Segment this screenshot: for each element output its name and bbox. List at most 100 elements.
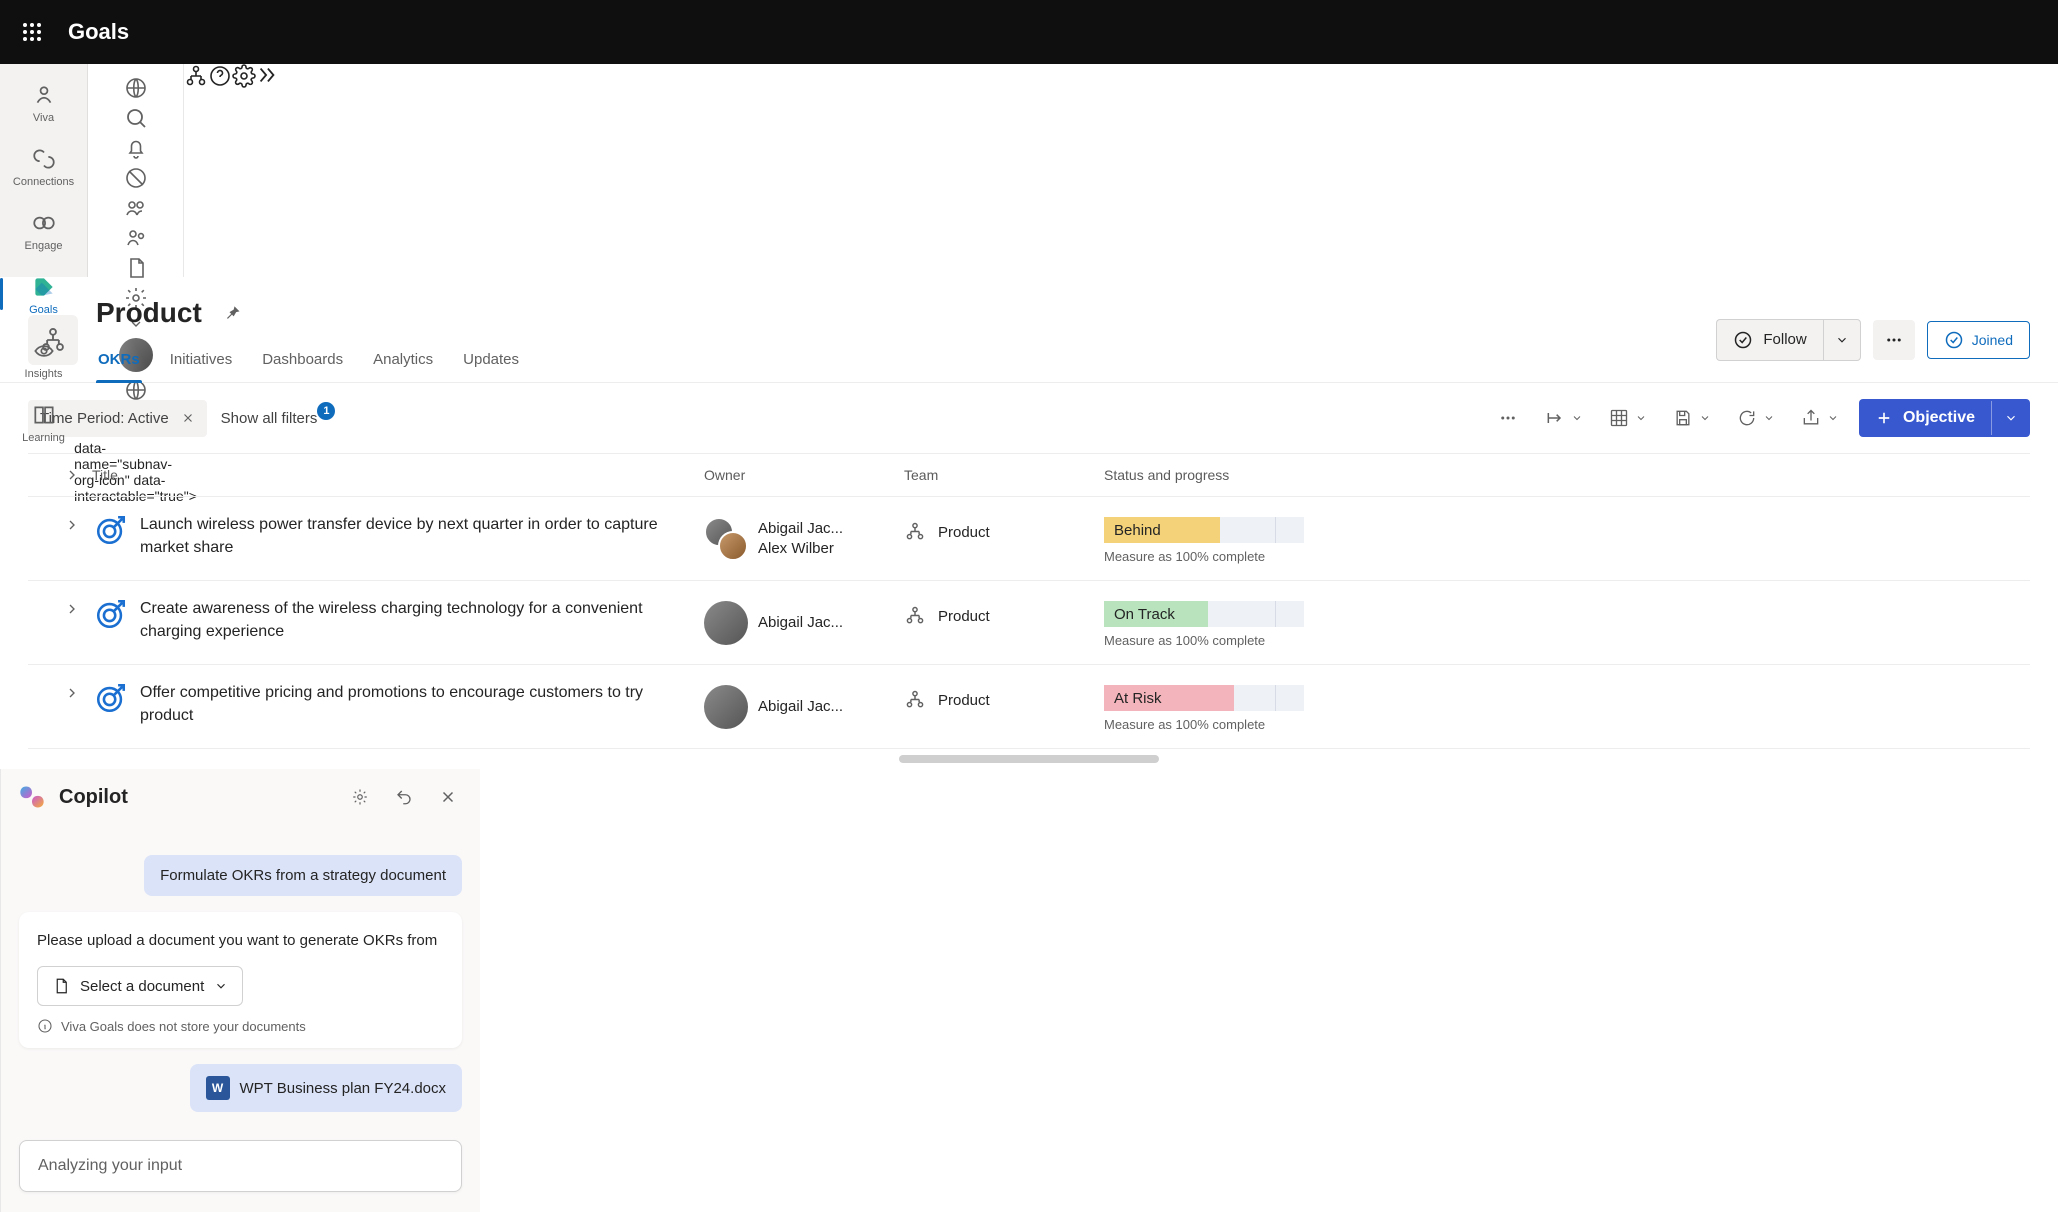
tab-updates[interactable]: Updates	[461, 341, 521, 382]
expand-row-icon[interactable]	[64, 601, 82, 617]
rail-label: Viva	[33, 112, 54, 124]
subnav-bell-icon[interactable]	[112, 136, 160, 160]
subnav-search-icon[interactable]	[112, 106, 160, 130]
copilot-settings-icon[interactable]	[344, 781, 376, 813]
subnav-help-icon[interactable]	[208, 64, 232, 277]
select-document-button[interactable]: Select a document	[37, 966, 243, 1006]
objective-title[interactable]: Launch wireless power transfer device by…	[140, 513, 660, 559]
chevron-down-icon	[2004, 411, 2018, 425]
team-small-icon	[904, 605, 926, 627]
owner-avatar[interactable]	[704, 601, 748, 645]
subnav-block-icon[interactable]	[112, 166, 160, 190]
subnav-team-icon[interactable]	[112, 226, 160, 250]
rail-goals[interactable]: Goals	[8, 266, 80, 322]
document-icon	[52, 977, 70, 995]
toolbar-share-icon[interactable]	[1795, 404, 1845, 432]
table-row: Create awareness of the wireless chargin…	[28, 581, 2030, 665]
toolbar-refresh-icon[interactable]	[1731, 404, 1781, 432]
tab-analytics[interactable]: Analytics	[371, 341, 435, 382]
tab-dashboards[interactable]: Dashboards	[260, 341, 345, 382]
tab-okrs[interactable]: OKRs	[96, 341, 142, 382]
expand-row-icon[interactable]	[64, 517, 82, 533]
add-objective-button[interactable]: Objective	[1859, 399, 2030, 437]
add-objective-label: Objective	[1903, 409, 1975, 427]
progress-bar[interactable]: On Track	[1104, 601, 1304, 627]
subnav-org2-icon[interactable]	[184, 64, 208, 277]
toolbar-more-icon[interactable]	[1491, 401, 1525, 435]
copilot-undo-icon[interactable]	[388, 781, 420, 813]
progress-bar[interactable]: At Risk	[1104, 685, 1304, 711]
viva-rail: Viva Connections Engage Goals Insights L…	[0, 64, 88, 277]
progress-bar[interactable]: Behind	[1104, 517, 1304, 543]
rail-label: Learning	[22, 432, 65, 444]
objective-icon	[94, 513, 128, 547]
add-objective-dropdown[interactable]	[1991, 401, 2030, 435]
copilot-title: Copilot	[59, 786, 128, 809]
pin-icon[interactable]	[222, 303, 242, 323]
rail-label: Goals	[29, 304, 58, 316]
joined-button[interactable]: Joined	[1927, 321, 2030, 359]
horizontal-scrollbar[interactable]	[899, 755, 1159, 763]
rail-connections[interactable]: Connections	[8, 138, 80, 194]
rail-engage[interactable]: Engage	[8, 202, 80, 258]
chevron-down-icon	[1571, 412, 1583, 424]
viva-icon	[31, 82, 57, 108]
rail-insights[interactable]: Insights	[8, 330, 80, 386]
expand-row-icon[interactable]	[64, 685, 82, 701]
owner-avatar[interactable]	[704, 685, 748, 729]
copilot-header: Copilot	[1, 769, 480, 825]
subnav-expand-icon[interactable]	[256, 64, 278, 277]
copilot-input-area: Analyzing your input	[1, 1126, 480, 1212]
select-document-label: Select a document	[80, 978, 204, 995]
team-name[interactable]: Product	[938, 692, 990, 709]
follow-split-button: Follow	[1716, 319, 1860, 361]
objective-title[interactable]: Create awareness of the wireless chargin…	[140, 597, 660, 643]
chevron-down-icon	[214, 979, 228, 993]
more-button[interactable]	[1873, 320, 1915, 360]
rail-learning[interactable]: Learning	[8, 394, 80, 450]
team-name[interactable]: Product	[938, 608, 990, 625]
app-launcher-icon[interactable]	[12, 12, 52, 52]
engage-icon	[31, 210, 57, 236]
rail-label: Engage	[25, 240, 63, 252]
follow-dropdown[interactable]	[1823, 319, 1861, 361]
app-topbar: Goals	[0, 0, 2058, 64]
tab-initiatives[interactable]: Initiatives	[168, 341, 235, 382]
toolbar-expand-icon[interactable]	[1539, 404, 1589, 432]
status-label: At Risk	[1114, 690, 1162, 707]
check-circle-icon	[1944, 330, 1964, 350]
page-title: Product	[96, 297, 202, 329]
chevron-down-icon	[1699, 412, 1711, 424]
copilot-close-icon[interactable]	[432, 781, 464, 813]
subnav-gear-icon[interactable]	[232, 64, 256, 277]
show-all-filters[interactable]: Show all filters 1	[221, 410, 336, 427]
copilot-input[interactable]: Analyzing your input	[19, 1140, 462, 1192]
follow-button[interactable]: Follow	[1716, 319, 1822, 361]
rail-viva[interactable]: Viva	[8, 74, 80, 130]
table-row: Launch wireless power transfer device by…	[28, 497, 2030, 581]
team-small-icon	[904, 521, 926, 543]
status-label: Behind	[1114, 522, 1161, 539]
copilot-body: Formulate OKRs from a strategy document …	[1, 825, 480, 1126]
info-icon	[37, 1018, 53, 1034]
copilot-user-message: Formulate OKRs from a strategy document	[144, 855, 462, 896]
team-name[interactable]: Product	[938, 524, 990, 541]
page-header: Product OKRs Initiatives Dashboards Anal…	[0, 277, 2058, 383]
measure-label: Measure as 100% complete	[1104, 549, 2030, 564]
objective-icon	[94, 681, 128, 715]
toolbar-save-icon[interactable]	[1667, 404, 1717, 432]
copilot-file-chip[interactable]: W WPT Business plan FY24.docx	[190, 1064, 462, 1112]
clear-filter-icon[interactable]	[181, 411, 195, 425]
expand-all-icon[interactable]	[64, 467, 80, 483]
team-small-icon	[904, 689, 926, 711]
page-tabs: OKRs Initiatives Dashboards Analytics Up…	[96, 341, 521, 382]
subnav-globe-icon[interactable]	[112, 76, 160, 100]
goals-subnav: <):="" class="subitem sel" data-name="su…	[88, 64, 184, 277]
rail-label: Connections	[13, 176, 74, 188]
measure-label: Measure as 100% complete	[1104, 717, 2030, 732]
subnav-people-icon[interactable]	[112, 196, 160, 220]
owner-avatar[interactable]	[704, 517, 748, 561]
copilot-assistant-message: Please upload a document you want to gen…	[37, 930, 444, 952]
objective-title[interactable]: Offer competitive pricing and promotions…	[140, 681, 660, 727]
toolbar-grid-icon[interactable]	[1603, 404, 1653, 432]
